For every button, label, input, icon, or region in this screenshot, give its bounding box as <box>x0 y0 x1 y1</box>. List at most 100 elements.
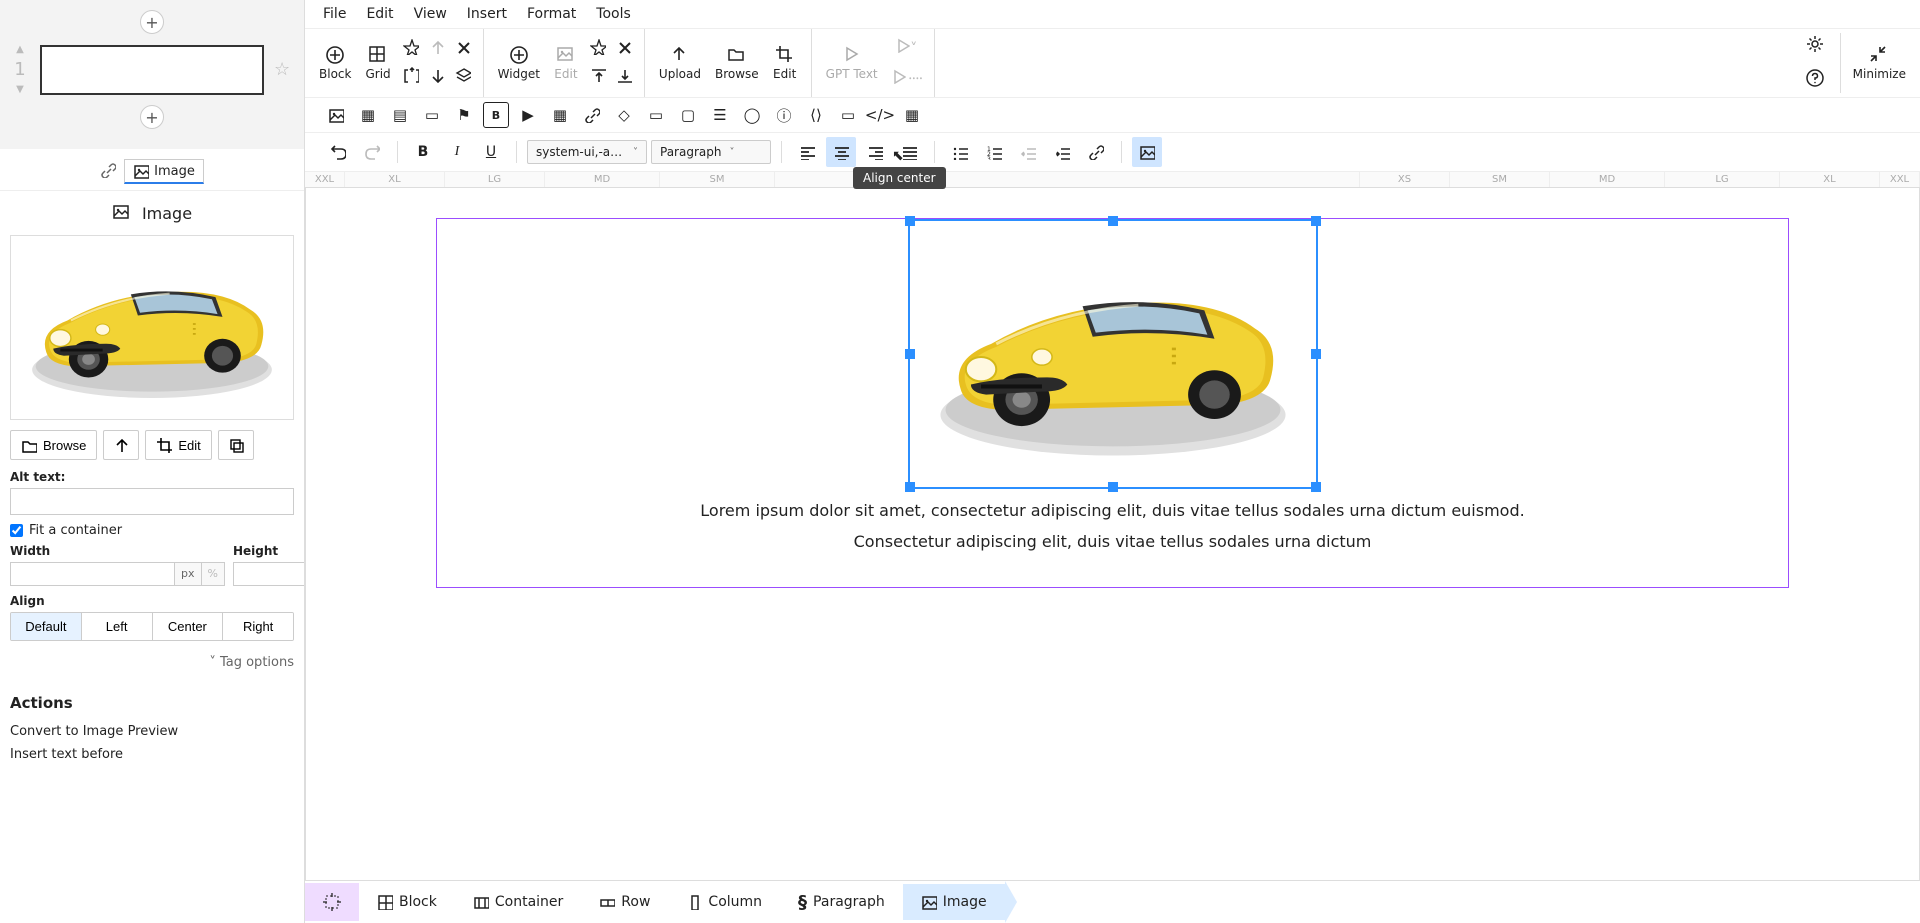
insert-gallery-icon[interactable]: ▦ <box>355 102 381 128</box>
unit-percent[interactable]: % <box>202 562 225 586</box>
align-right-button[interactable] <box>860 137 890 167</box>
favorite-star-icon[interactable]: ☆ <box>274 59 294 80</box>
insert-info-icon[interactable]: ⓘ <box>771 102 797 128</box>
arrow-down-icon[interactable] <box>425 65 449 89</box>
insert-link-icon[interactable] <box>579 102 605 128</box>
menu-view[interactable]: View <box>414 6 447 22</box>
tab-image[interactable]: Image <box>124 159 204 184</box>
italic-button[interactable]: I <box>442 137 472 167</box>
insert-slideshow-icon[interactable]: ▤ <box>387 102 413 128</box>
arrow-up-icon[interactable] <box>425 37 449 61</box>
insert-qr-icon[interactable]: ▦ <box>899 102 925 128</box>
star-icon[interactable] <box>399 37 423 61</box>
browse-button[interactable]: Browse <box>10 430 97 460</box>
insert-comment-icon[interactable]: ◯ <box>739 102 765 128</box>
resize-handle-bm[interactable] <box>1108 482 1118 492</box>
menu-format[interactable]: Format <box>527 6 576 22</box>
upload-button[interactable] <box>103 430 139 460</box>
outdent-button[interactable] <box>1013 137 1043 167</box>
breadcrumb-container[interactable]: Container <box>455 884 581 920</box>
fit-container-checkbox[interactable]: Fit a container <box>10 523 294 538</box>
insert-form-icon[interactable]: ☰ <box>707 102 733 128</box>
widget-button[interactable]: Widget <box>492 43 546 83</box>
align-left-button[interactable] <box>792 137 822 167</box>
insert-button-icon[interactable]: ▭ <box>643 102 669 128</box>
convert-action[interactable]: Convert to Image Preview <box>10 720 294 743</box>
canvas[interactable]: Lorem ipsum dolor sit amet, consectetur … <box>305 188 1920 880</box>
link-icon[interactable] <box>100 162 116 182</box>
grid-button[interactable]: Grid <box>359 43 396 83</box>
slide-thumbnail[interactable] <box>40 45 264 95</box>
content-block[interactable]: Lorem ipsum dolor sit amet, consectetur … <box>436 218 1789 588</box>
settings-button[interactable] <box>1802 33 1828 59</box>
height-input[interactable] <box>233 562 305 586</box>
resize-handle-bl[interactable] <box>905 482 915 492</box>
resize-handle-tr[interactable] <box>1311 216 1321 226</box>
paragraph-style-select[interactable]: Paragraph˅ <box>651 140 771 164</box>
gpt-text-button[interactable]: GPT Text <box>820 43 884 83</box>
breadcrumb-row[interactable]: Row <box>581 884 668 920</box>
breadcrumb-column[interactable]: Column <box>668 884 780 920</box>
indent-button[interactable] <box>1047 137 1077 167</box>
insert-out-icon[interactable] <box>399 65 423 89</box>
edit-image-button[interactable]: Edit <box>145 430 211 460</box>
insert-flag-icon[interactable]: ⚑ <box>451 102 477 128</box>
insert-before-action[interactable]: Insert text before <box>10 743 294 766</box>
play-next-icon[interactable]: ˅ <box>890 35 921 59</box>
close-icon[interactable] <box>612 37 636 61</box>
chevron-up-icon[interactable]: ▲ <box>16 44 24 55</box>
resize-handle-tl[interactable] <box>905 216 915 226</box>
add-slide-before-button[interactable]: + <box>140 10 164 34</box>
image-mode-button[interactable] <box>1132 137 1162 167</box>
menu-insert[interactable]: Insert <box>467 6 507 22</box>
chevron-down-icon[interactable]: ▼ <box>16 84 24 95</box>
tag-options-toggle[interactable]: ˅ Tag options <box>10 641 294 684</box>
insert-page-icon[interactable]: ▢ <box>675 102 701 128</box>
insert-table-icon[interactable]: ▦ <box>547 102 573 128</box>
upload-button[interactable]: Upload <box>653 43 707 83</box>
play-small-icon[interactable]: ᠁ <box>886 63 926 91</box>
resize-handle-mr[interactable] <box>1311 349 1321 359</box>
browse-button[interactable]: Browse <box>709 43 765 83</box>
breadcrumb-paragraph[interactable]: §Paragraph <box>780 882 903 923</box>
block-button[interactable]: Block <box>313 43 357 83</box>
breadcrumb-image[interactable]: Image <box>903 884 1005 920</box>
close-icon[interactable] <box>451 37 475 61</box>
edit-button[interactable]: Edit <box>767 43 803 83</box>
valign-top-icon[interactable] <box>586 65 610 89</box>
widget-edit-button[interactable]: Edit <box>548 43 584 83</box>
insert-link-button[interactable] <box>1081 137 1111 167</box>
insert-video-icon[interactable]: ▶ <box>515 102 541 128</box>
add-slide-after-button[interactable]: + <box>140 105 164 129</box>
valign-bottom-icon[interactable] <box>612 65 636 89</box>
align-center-button[interactable]: Center <box>153 613 224 640</box>
insert-bold-icon[interactable]: B <box>483 102 509 128</box>
menu-tools[interactable]: Tools <box>596 6 631 22</box>
redo-button[interactable] <box>357 137 387 167</box>
copy-button[interactable] <box>218 430 254 460</box>
insert-image-icon[interactable] <box>323 102 349 128</box>
underline-button[interactable]: U <box>476 137 506 167</box>
bold-button[interactable]: B <box>408 137 438 167</box>
menu-file[interactable]: File <box>323 6 346 22</box>
list-ul-button[interactable] <box>945 137 975 167</box>
paragraph-2[interactable]: Consectetur adipiscing elit, duis vitae … <box>457 532 1768 551</box>
align-justify-button[interactable] <box>894 137 924 167</box>
selected-image[interactable] <box>908 219 1318 489</box>
breadcrumb-block[interactable]: Block <box>359 884 455 920</box>
layers-icon[interactable] <box>451 65 475 89</box>
align-default-button[interactable]: Default <box>11 613 82 640</box>
align-right-button[interactable]: Right <box>223 613 293 640</box>
undo-button[interactable] <box>323 137 353 167</box>
font-family-select[interactable]: system-ui,-ap…˅ <box>527 140 647 164</box>
resize-handle-tm[interactable] <box>1108 216 1118 226</box>
breadcrumb-root[interactable] <box>305 883 359 921</box>
align-left-button[interactable]: Left <box>82 613 153 640</box>
resize-handle-br[interactable] <box>1311 482 1321 492</box>
star-icon[interactable] <box>586 37 610 61</box>
list-ol-button[interactable] <box>979 137 1009 167</box>
insert-banner-icon[interactable]: ▭ <box>419 102 445 128</box>
help-button[interactable] <box>1802 67 1828 93</box>
slide-nav-arrows[interactable]: ▲ 1 ▼ <box>10 44 30 95</box>
width-input[interactable] <box>10 562 175 586</box>
